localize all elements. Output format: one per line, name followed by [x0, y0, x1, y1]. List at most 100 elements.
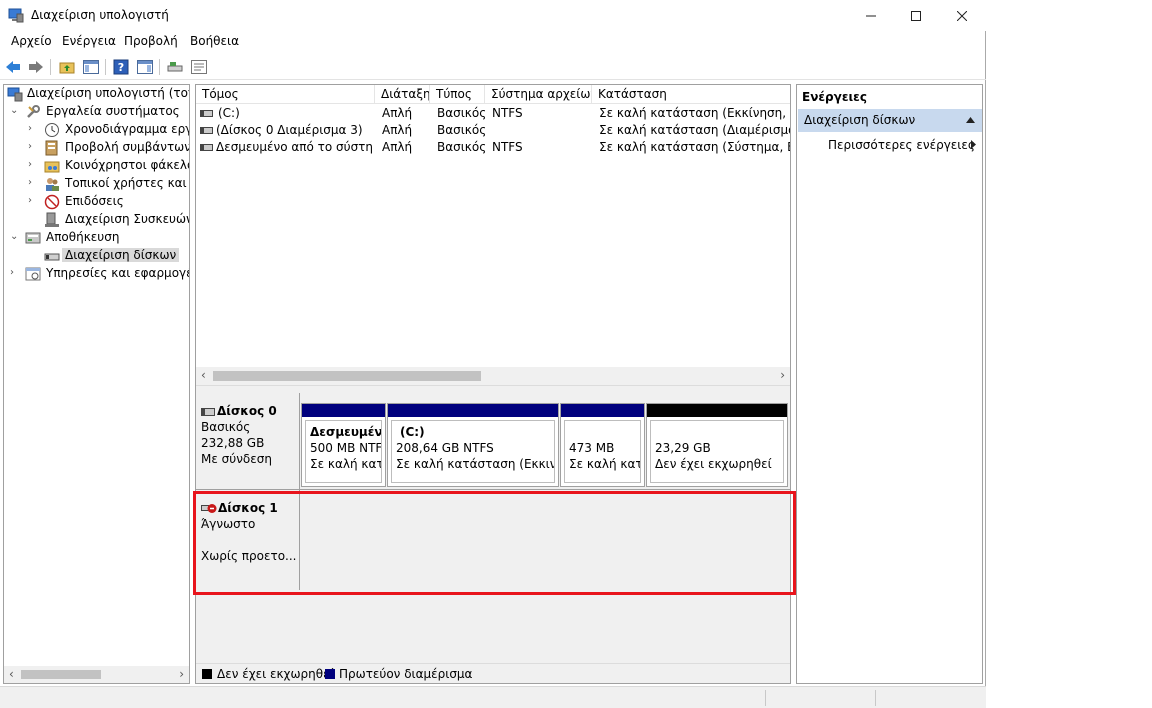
computer-management-icon — [7, 87, 23, 102]
more-actions-link[interactable]: Περισσότερες ενέργειες — [828, 138, 975, 152]
partition-size: 208,64 GB NTFS — [396, 441, 494, 455]
scroll-left-icon[interactable]: ‹ — [9, 667, 14, 681]
volume-status: Σε καλή κατάσταση (Εκκίνηση, Αρχε — [599, 106, 790, 120]
tree-item-disk-management[interactable]: Διαχείριση δίσκων — [4, 247, 189, 265]
tree-item-task-scheduler[interactable]: › Χρονοδιάγραμμα εργας — [4, 121, 189, 139]
volume-filesystem: NTFS — [492, 106, 523, 120]
menu-view[interactable]: Προβολή — [124, 34, 178, 48]
tree-item-label: Κοινόχρηστοι φάκελοι — [65, 158, 190, 172]
partition-reserved[interactable]: Δεσμευμένο 500 MB NTFS Σε καλή κατάσ — [301, 403, 386, 487]
scroll-right-icon[interactable]: › — [179, 667, 184, 681]
volume-status: Σε καλή κατάσταση (Διαμέρισμα απ — [599, 123, 790, 137]
partition-title: (C:) — [400, 425, 425, 439]
tree-item-label: Διαχείριση υπολογιστή (τοπικ — [27, 86, 190, 100]
column-header-filesystem[interactable]: Σύστημα αρχείων — [485, 85, 592, 104]
partition-size: 473 MB — [569, 441, 615, 455]
volume-filesystem: NTFS — [492, 140, 523, 154]
close-button[interactable] — [939, 0, 985, 31]
menu-file[interactable]: Αρχείο — [11, 34, 52, 48]
scrollbar-thumb[interactable] — [21, 670, 101, 679]
chevron-right-icon[interactable]: › — [28, 177, 38, 189]
chevron-right-icon[interactable]: › — [28, 123, 38, 135]
disk-size: 232,88 GB — [201, 436, 265, 450]
collapse-up-icon[interactable] — [966, 117, 975, 123]
chevron-right-icon[interactable]: › — [10, 267, 20, 279]
tree-item-label: Επιδόσεις — [65, 194, 124, 208]
disk-divider — [299, 393, 300, 489]
scroll-right-icon[interactable]: › — [780, 368, 785, 382]
partition-info: (C:) 208,64 GB NTFS Σε καλή κατάσταση (Ε… — [391, 420, 555, 483]
menu-action[interactable]: Ενέργεια — [62, 34, 116, 48]
chevron-down-icon[interactable]: ⌄ — [10, 105, 20, 117]
chevron-right-icon[interactable]: › — [28, 159, 38, 171]
partition-size: 23,29 GB — [655, 441, 711, 455]
volume-type: Βασικός — [437, 106, 485, 120]
forward-button[interactable] — [27, 58, 45, 76]
tree-item-system-tools[interactable]: ⌄ Εργαλεία συστήματος — [4, 103, 189, 121]
volume-type: Βασικός — [437, 140, 485, 154]
tree-item-computer-management[interactable]: Διαχείριση υπολογιστή (τοπικ — [4, 85, 190, 103]
window-title: Διαχείριση υπολογιστή — [31, 8, 169, 22]
title-bar: Διαχείριση υπολογιστή — [0, 0, 986, 31]
disk-name: Δίσκος 0 — [217, 404, 277, 418]
chevron-down-icon[interactable]: ⌄ — [10, 231, 20, 243]
partition-status: Σε καλή κατά — [569, 457, 640, 471]
actions-section-disk-management[interactable]: Διαχείριση δίσκων — [798, 109, 982, 132]
column-header-layout[interactable]: Διάταξη — [375, 85, 430, 104]
tree-item-label: Προβολή συμβάντων — [65, 140, 190, 154]
back-button[interactable] — [4, 58, 22, 76]
help-button[interactable]: ? — [112, 58, 130, 76]
column-header-type[interactable]: Τύπος — [430, 85, 485, 104]
show-action-pane-button[interactable] — [136, 58, 154, 76]
partition-recovery[interactable]: 473 MB Σε καλή κατά — [560, 403, 645, 487]
scrollbar-thumb[interactable] — [213, 371, 481, 381]
tree-horizontal-scrollbar[interactable]: ‹ › — [4, 666, 189, 683]
chevron-right-icon[interactable]: › — [28, 141, 38, 153]
column-header-volume[interactable]: Τόμος — [196, 85, 375, 104]
up-level-button[interactable] — [58, 58, 76, 76]
volume-icon — [200, 127, 213, 134]
disk-0-row[interactable]: Δίσκος 0 Βασικός 232,88 GB Με σύνδεση Δε… — [196, 393, 790, 489]
computer-management-window: Διαχείριση υπολογιστή Αρχείο Ενέργεια Πρ… — [0, 0, 986, 708]
tree-item-performance[interactable]: › Επιδόσεις — [4, 193, 189, 211]
tree-item-shared-folders[interactable]: › Κοινόχρηστοι φάκελοι — [4, 157, 190, 175]
tree-item-label: Εργαλεία συστήματος — [46, 104, 180, 118]
action-pane-icon — [137, 60, 153, 74]
toolbar-separator — [50, 59, 51, 75]
table-row[interactable]: (Δίσκος 0 Διαμέρισμα 3) Απλή Βασικός Σε … — [196, 122, 790, 139]
tree-item-storage[interactable]: ⌄ Αποθήκευση — [4, 229, 189, 247]
disk-settings-button[interactable] — [166, 58, 184, 76]
properties-button[interactable] — [190, 58, 208, 76]
unallocated-bar — [647, 404, 787, 417]
event-viewer-icon — [45, 140, 58, 156]
pane-splitter[interactable] — [196, 385, 790, 393]
menu-bar: Αρχείο Ενέργεια Προβολή Βοήθεια — [0, 31, 986, 53]
show-hide-tree-button[interactable] — [82, 58, 100, 76]
tree-item-event-viewer[interactable]: › Προβολή συμβάντων — [4, 139, 190, 157]
partition-unallocated[interactable]: 23,29 GB Δεν έχει εκχωρηθεί — [646, 403, 788, 487]
legend-swatch-unallocated — [202, 669, 212, 679]
menu-help[interactable]: Βοήθεια — [190, 34, 239, 48]
scroll-left-icon[interactable]: ‹ — [201, 368, 206, 382]
column-header-status[interactable]: Κατάσταση — [592, 85, 790, 104]
storage-icon — [25, 232, 41, 244]
minimize-button[interactable] — [848, 0, 894, 31]
table-row[interactable]: Δεσμευμένο από το σύστημα Απλή Βασικός N… — [196, 139, 790, 156]
volume-layout: Απλή — [382, 140, 413, 154]
volume-icon — [200, 144, 213, 151]
maximize-button[interactable] — [893, 0, 939, 31]
primary-partition-bar — [561, 404, 644, 417]
disk-status: Με σύνδεση — [201, 452, 272, 466]
toolbar: ? — [0, 54, 986, 80]
tree-item-label: Αποθήκευση — [46, 230, 120, 244]
status-bar — [0, 686, 986, 708]
tree-item-local-users[interactable]: › Τοπικοί χρήστες και ομ — [4, 175, 189, 193]
chevron-right-icon[interactable]: › — [28, 195, 38, 207]
volume-list: Τόμος Διάταξη Τύπος Σύστημα αρχείων Κατά… — [196, 85, 790, 385]
system-tools-icon — [27, 105, 40, 118]
partition-c[interactable]: (C:) 208,64 GB NTFS Σε καλή κατάσταση (Ε… — [387, 403, 559, 487]
volume-list-horizontal-scrollbar[interactable]: ‹ › — [196, 367, 790, 385]
table-row[interactable]: (C:) Απλή Βασικός NTFS Σε καλή κατάσταση… — [196, 105, 790, 122]
tree-item-services-apps[interactable]: › Υπηρεσίες και εφαρμογές — [4, 265, 189, 283]
tree-item-device-manager[interactable]: Διαχείριση Συσκευών — [4, 211, 189, 229]
